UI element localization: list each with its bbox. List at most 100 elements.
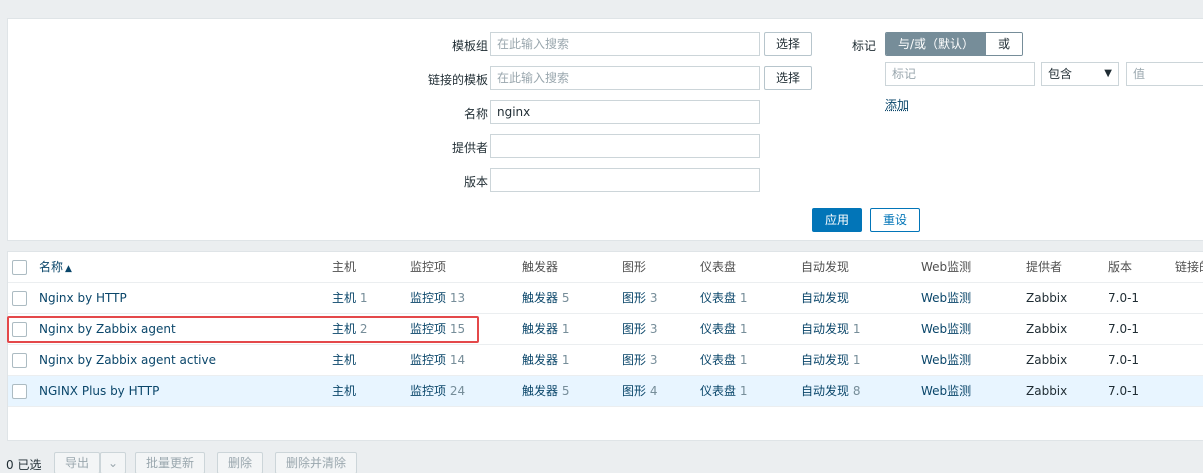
dashboards-cell: 仪表盘 1 [700,345,747,376]
dashboards-count: 1 [739,291,748,305]
export-dropdown-button[interactable]: ⌄ [100,452,126,473]
discovery-cell: 自动发现 8 [801,376,860,407]
table-row: NGINX Plus by HTTP 主机 监控项 24 触发器 5 图形 4 … [8,376,1203,407]
web-link[interactable]: Web监测 [921,376,971,407]
hosts-count: 1 [359,291,368,305]
row-checkbox[interactable] [12,291,27,306]
dashboards-count: 1 [739,353,748,367]
tags-and-or-option[interactable]: 与/或（默认） [886,33,987,55]
mass-update-button[interactable]: 批量更新 [135,452,206,473]
template-name-link[interactable]: NGINX Plus by HTTP [39,376,159,407]
template-group-label: 模板组 [451,39,488,53]
graphs-link[interactable]: 图形 [622,322,646,336]
graphs-link[interactable]: 图形 [622,291,646,305]
tag-value-input[interactable] [1126,62,1203,86]
linked-templates-select-button[interactable]: 选择 [764,66,812,90]
items-count: 14 [449,353,466,367]
name-label: 名称 [463,107,488,121]
items-link[interactable]: 监控项 [410,291,446,305]
apply-button[interactable]: 应用 [812,208,862,232]
version-cell: 7.0-1 [1108,322,1140,336]
graphs-cell: 图形 4 [622,376,657,407]
name-input[interactable] [490,100,760,124]
vendor-cell: Zabbix [1026,384,1068,398]
dashboards-link[interactable]: 仪表盘 [700,291,736,305]
hosts-link[interactable]: 主机 [332,384,356,398]
chevron-down-icon: ▼ [1104,68,1112,79]
template-name-link[interactable]: Nginx by HTTP [39,283,127,314]
discovery-link[interactable]: 自动发现 [801,384,849,398]
hosts-cell: 主机 2 [332,314,367,345]
graphs-link[interactable]: 图形 [622,384,646,398]
web-link[interactable]: Web监测 [921,283,971,314]
triggers-link[interactable]: 触发器 [522,384,558,398]
tag-operator-select[interactable]: 包含 ▼ [1041,62,1119,86]
header-version: 版本 [1108,260,1133,274]
template-group-input[interactable] [490,32,760,56]
hosts-cell: 主机 [332,345,356,376]
discovery-count: 1 [852,353,861,367]
vendor-cell: Zabbix [1026,322,1068,336]
linked-templates-input[interactable] [490,66,760,90]
row-checkbox[interactable] [12,353,27,368]
discovery-link[interactable]: 自动发现 [801,322,849,336]
delete-button[interactable]: 删除 [217,452,264,473]
web-link[interactable]: Web监测 [921,345,971,376]
discovery-link[interactable]: 自动发现 [801,291,849,305]
discovery-link[interactable]: 自动发现 [801,353,849,367]
dashboards-link[interactable]: 仪表盘 [700,384,736,398]
triggers-link[interactable]: 触发器 [522,322,558,336]
select-all-checkbox[interactable] [12,260,27,275]
dashboards-link[interactable]: 仪表盘 [700,353,736,367]
hosts-link[interactable]: 主机 [332,322,356,336]
items-link[interactable]: 监控项 [410,353,446,367]
header-graphs: 图形 [622,260,647,274]
version-cell: 7.0-1 [1108,353,1140,367]
delete-and-clear-button[interactable]: 删除并清除 [275,452,358,473]
discovery-count: 8 [852,384,861,398]
version-label: 版本 [463,175,488,189]
row-checkbox[interactable] [12,322,27,337]
reset-button[interactable]: 重设 [870,208,920,232]
triggers-cell: 触发器 1 [522,314,569,345]
hosts-cell: 主机 1 [332,283,367,314]
triggers-count: 5 [561,291,570,305]
template-name-link[interactable]: Nginx by Zabbix agent [39,314,176,345]
tags-label: 标记 [851,39,876,53]
discovery-count: 1 [852,322,861,336]
dashboards-link[interactable]: 仪表盘 [700,322,736,336]
selected-count: 0 已选 [6,458,42,472]
dashboards-cell: 仪表盘 1 [700,314,747,345]
triggers-count: 1 [561,353,570,367]
triggers-cell: 触发器 1 [522,345,569,376]
items-count: 15 [449,322,466,336]
tags-or-option[interactable]: 或 [986,33,1023,55]
row-checkbox[interactable] [12,384,27,399]
header-triggers: 触发器 [522,260,559,274]
web-link[interactable]: Web监测 [921,314,971,345]
hosts-link[interactable]: 主机 [332,291,356,305]
hosts-count: 2 [359,322,368,336]
graphs-count: 4 [649,384,658,398]
version-input[interactable] [490,168,760,192]
header-name[interactable]: 名称 ▲ [39,252,72,285]
triggers-count: 1 [561,322,570,336]
dashboards-cell: 仪表盘 1 [700,283,747,314]
chevron-down-icon: ⌄ [107,456,119,470]
export-button[interactable]: 导出 [54,452,100,473]
tag-name-input[interactable] [885,62,1035,86]
hosts-link[interactable]: 主机 [332,353,356,367]
triggers-link[interactable]: 触发器 [522,353,558,367]
template-name-link[interactable]: Nginx by Zabbix agent active [39,345,216,376]
dashboards-cell: 仪表盘 1 [700,376,747,407]
add-tag-link[interactable]: 添加 [885,96,909,113]
dashboards-count: 1 [739,384,748,398]
version-cell: 7.0-1 [1108,384,1140,398]
items-link[interactable]: 监控项 [410,384,446,398]
table-row: Nginx by HTTP 主机 1 监控项 13 触发器 5 图形 3 仪表盘… [8,283,1203,314]
templates-table: 名称 ▲ 主机 监控项 触发器 图形 仪表盘 自动发现 Web监测 提供者 版本 … [7,251,1203,441]
vendor-input[interactable] [490,134,760,158]
graphs-link[interactable]: 图形 [622,353,646,367]
items-link[interactable]: 监控项 [410,322,446,336]
triggers-link[interactable]: 触发器 [522,291,558,305]
